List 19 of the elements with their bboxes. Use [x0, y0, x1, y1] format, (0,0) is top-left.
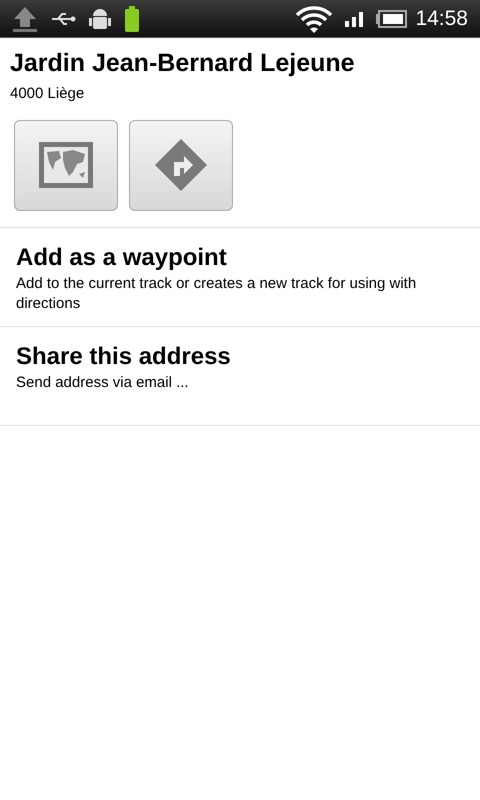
place-name: Jardin Jean-Bernard Lejeune: [10, 48, 356, 78]
menu-item-description: Add to the current track or creates a new track for using with directions: [16, 274, 418, 314]
menu-item-description: Send address via email ...: [16, 372, 190, 392]
map-button[interactable]: [14, 120, 118, 210]
signal-icon: [345, 10, 364, 26]
usb-icon: [50, 10, 76, 26]
upload-icon: [12, 4, 38, 32]
place-address: 4000 Liège: [10, 84, 86, 104]
directions-button[interactable]: [129, 120, 233, 210]
battery-icon: [375, 10, 408, 28]
menu-item[interactable]: Add as a waypoint Add to the current track or creates a new track for using with directions: [0, 226, 480, 326]
menu-item[interactable]: Share this address Send address via email ...: [0, 326, 480, 424]
world-map-icon: [39, 142, 93, 188]
wifi-icon: [295, 4, 334, 34]
clock: 14:58: [415, 6, 468, 32]
battery-icon: [124, 6, 140, 32]
menu-item-title: Add as a waypoint: [16, 244, 228, 272]
menu-item-title: Share this address: [16, 342, 232, 370]
turn-right-sign-icon: [154, 138, 208, 192]
